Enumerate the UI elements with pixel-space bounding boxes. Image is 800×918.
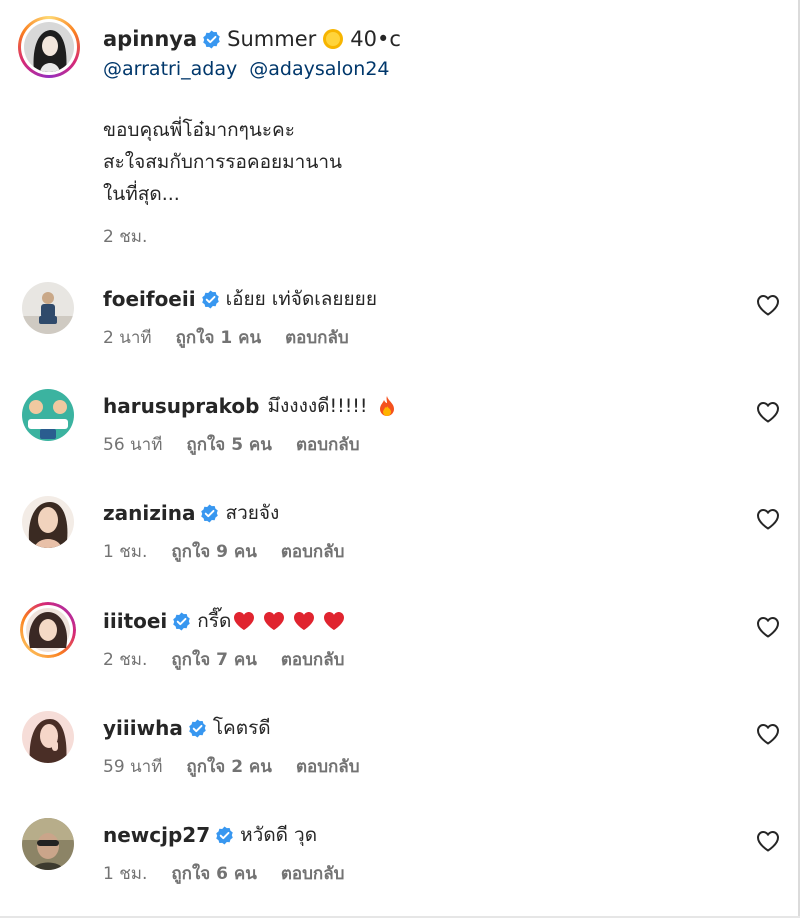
- comment-timestamp[interactable]: 1 ชม.: [103, 538, 147, 565]
- verified-badge-icon: [200, 503, 219, 523]
- verified-badge-icon: [202, 29, 221, 49]
- sun-emoji-icon: [322, 28, 344, 50]
- reply-button[interactable]: ตอบกลับ: [281, 538, 345, 565]
- caption-text-line: ขอบคุณพี่โอ๋มากๆนะคะ: [103, 119, 295, 141]
- comment-username[interactable]: harusuprakob: [103, 391, 259, 421]
- comment-avatar[interactable]: [22, 389, 74, 441]
- comment-like-count[interactable]: ถูกใจ 9 คน: [171, 538, 257, 565]
- comment-like-count[interactable]: ถูกใจ 2 คน: [186, 753, 272, 780]
- comment-item: iiitoei กรี๊ด 2 ชม. ถูกใจ 7 คน ตอบกลับ: [20, 602, 782, 694]
- caption-text-line: ในที่สุด...: [103, 183, 180, 205]
- caption-text-line: สะใจสมกับการรอคอยมานาน: [103, 151, 342, 173]
- comment-username[interactable]: foeifoeii: [103, 284, 196, 314]
- comment-username[interactable]: yiiiwha: [103, 713, 183, 743]
- heart-outline-icon[interactable]: [756, 508, 780, 530]
- comment-like-count[interactable]: ถูกใจ 6 คน: [171, 860, 257, 887]
- verified-badge-icon: [215, 825, 234, 845]
- caption-avatar-story-ring[interactable]: [18, 16, 80, 78]
- comment-text: มึงงงงดี!!!!!: [267, 395, 368, 417]
- comment-item: zanizina สวยจัง 1 ชม. ถูกใจ 9 คน ตอบกลับ: [22, 496, 782, 586]
- comment-item: newcjp27 หวัดดี วุด 1 ชม. ถูกใจ 6 คน ตอบ…: [22, 818, 782, 908]
- verified-badge-icon: [172, 611, 191, 631]
- comment-username[interactable]: newcjp27: [103, 820, 210, 850]
- comment-username[interactable]: iiitoei: [103, 606, 167, 636]
- comment-like-count[interactable]: ถูกใจ 1 คน: [176, 324, 262, 351]
- comment-item: yiiiwha โคตรดี 59 นาที ถูกใจ 2 คน ตอบกลั…: [22, 711, 782, 801]
- comment-like-count[interactable]: ถูกใจ 5 คน: [186, 431, 272, 458]
- comment-avatar[interactable]: [22, 818, 74, 870]
- comment-item: foeifoeii เอ้ยย เท่จัดเลยยยย 2 นาที ถูกใ…: [22, 282, 782, 372]
- comment-timestamp[interactable]: 59 นาที: [103, 753, 162, 780]
- caption-username[interactable]: apinnya: [103, 24, 197, 54]
- mention-link[interactable]: @arratri_aday: [103, 58, 237, 80]
- comment-timestamp[interactable]: 2 ชม.: [103, 646, 147, 673]
- heart-outline-icon[interactable]: [756, 616, 780, 638]
- heart-outline-icon[interactable]: [756, 401, 780, 423]
- heart-outline-icon[interactable]: [756, 830, 780, 852]
- heart-outline-icon[interactable]: [756, 294, 780, 316]
- mention-link[interactable]: @adaysalon24: [249, 58, 389, 80]
- reply-button[interactable]: ตอบกลับ: [281, 646, 345, 673]
- comment-text: สวยจัง: [225, 502, 280, 524]
- red-heart-emoji-icon: [293, 611, 315, 631]
- reply-button[interactable]: ตอบกลับ: [285, 324, 349, 351]
- reply-button[interactable]: ตอบกลับ: [296, 753, 360, 780]
- comment-avatar[interactable]: [22, 496, 74, 548]
- comment-item: harusuprakob มึงงงงดี!!!!! 56 นาที ถูกใจ…: [22, 389, 782, 479]
- caption-status-temp: 40•c: [350, 27, 401, 51]
- comment-avatar-story-ring[interactable]: [20, 602, 76, 658]
- red-heart-emoji-icon: [233, 611, 255, 631]
- reply-button[interactable]: ตอบกลับ: [296, 431, 360, 458]
- caption-avatar: [24, 22, 74, 72]
- comment-text: หวัดดี วุด: [240, 824, 318, 846]
- comment-username[interactable]: zanizina: [103, 498, 195, 528]
- comment-avatar[interactable]: [22, 282, 74, 334]
- comment-timestamp[interactable]: 56 นาที: [103, 431, 162, 458]
- comment-text: เอ้ยย เท่จัดเลยยยย: [225, 288, 377, 310]
- heart-outline-icon[interactable]: [756, 723, 780, 745]
- comment-timestamp[interactable]: 1 ชม.: [103, 860, 147, 887]
- comment-text: โคตรดี: [212, 717, 271, 739]
- fire-emoji-icon: [378, 395, 396, 417]
- caption-timestamp[interactable]: 2 ชม.: [103, 224, 743, 250]
- red-heart-emoji-icon: [263, 611, 285, 631]
- verified-badge-icon: [201, 289, 220, 309]
- comment-text: กรี๊ด: [197, 610, 232, 632]
- caption-status-text: Summer: [227, 27, 317, 51]
- comment-like-count[interactable]: ถูกใจ 7 คน: [171, 646, 257, 673]
- red-heart-emoji-icon: [323, 611, 345, 631]
- comment-avatar[interactable]: [22, 711, 74, 763]
- comment-timestamp[interactable]: 2 นาที: [103, 324, 152, 351]
- verified-badge-icon: [188, 718, 207, 738]
- reply-button[interactable]: ตอบกลับ: [281, 860, 345, 887]
